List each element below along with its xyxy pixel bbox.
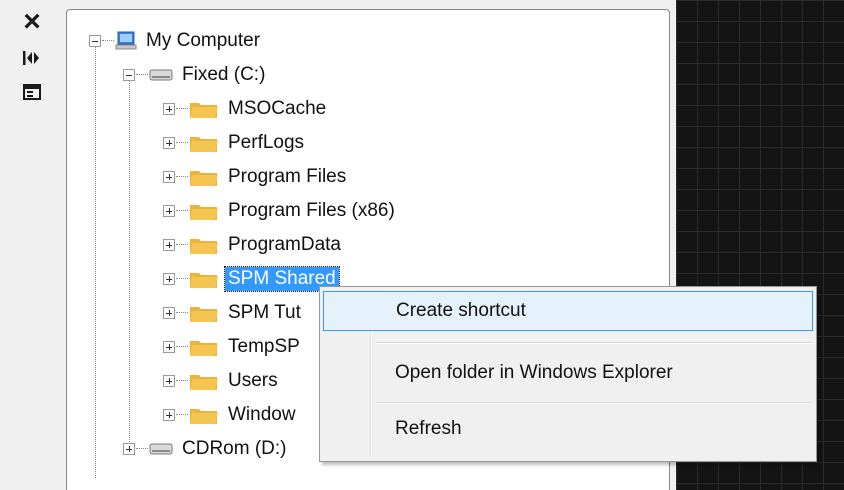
tree-connector [176, 210, 188, 212]
folder-icon [189, 201, 219, 221]
folder-icon [189, 405, 219, 425]
context-menu: Create shortcut Open folder in Windows E… [319, 286, 817, 462]
tree-connector [176, 414, 188, 416]
menu-separator [376, 402, 812, 404]
expand-icon[interactable] [123, 443, 135, 455]
tree-node-folder[interactable]: Window [163, 398, 299, 432]
tree-connector [136, 74, 148, 76]
tree-connector [129, 78, 130, 444]
tree-node-label: PerfLogs [228, 132, 305, 153]
folder-icon [189, 371, 219, 391]
tree-node-folder[interactable]: Program Files (x86) [163, 194, 398, 228]
tree-node-label: TempSP [228, 336, 300, 357]
tree-node-folder-selected[interactable]: SPM Shared [163, 262, 340, 296]
expand-icon[interactable] [163, 409, 175, 421]
menu-item-create-shortcut[interactable]: Create shortcut [323, 291, 813, 331]
tree-node-label: SPM Tut [228, 302, 301, 323]
computer-icon [115, 31, 137, 51]
collapse-icon[interactable] [89, 35, 101, 47]
tree-node-label: My Computer [146, 30, 261, 51]
close-icon[interactable]: × [14, 6, 50, 38]
menu-separator [376, 342, 812, 344]
drive-icon [149, 67, 173, 83]
tree-node-label: MSOCache [228, 98, 327, 119]
tree-connector [176, 380, 188, 382]
expand-icon[interactable] [163, 239, 175, 251]
tree-connector [176, 312, 188, 314]
tree-node-my-computer[interactable]: My Computer [89, 24, 263, 58]
folder-icon [189, 269, 219, 289]
tree-node-label: Window [228, 404, 296, 425]
expand-icon[interactable] [163, 103, 175, 115]
expand-icon[interactable] [163, 307, 175, 319]
expand-icon[interactable] [163, 137, 175, 149]
tree-connector [176, 244, 188, 246]
tree-connector [136, 448, 148, 450]
tree-connector [176, 346, 188, 348]
tree-node-fixed-drive-c[interactable]: Fixed (C:) [123, 58, 268, 92]
tree-node-folder[interactable]: SPM Tut [163, 296, 304, 330]
tree-connector [176, 108, 188, 110]
folder-icon [189, 167, 219, 187]
left-toolbar: × [0, 0, 62, 490]
tree-node-label: Program Files (x86) [228, 200, 395, 221]
folder-icon [189, 133, 219, 153]
expand-icon[interactable] [163, 171, 175, 183]
tree-connector [176, 176, 188, 178]
folder-icon [189, 337, 219, 357]
tree-node-cdrom-drive-d[interactable]: CDRom (D:) [123, 432, 290, 466]
expand-icon[interactable] [163, 205, 175, 217]
tree-node-folder[interactable]: MSOCache [163, 92, 329, 126]
tree-connector [176, 142, 188, 144]
tree-node-folder[interactable]: ProgramData [163, 228, 344, 262]
tree-node-folder[interactable]: Users [163, 364, 281, 398]
panel-layout-icon[interactable] [14, 76, 50, 108]
tree-node-label: Program Files [228, 166, 347, 187]
expand-icon[interactable] [163, 341, 175, 353]
tree-node-label: ProgramData [228, 234, 341, 255]
tree-node-label: CDRom (D:) [182, 438, 287, 459]
tree-connector [95, 44, 96, 478]
cdrom-drive-icon [149, 441, 173, 457]
menu-item-open-in-explorer[interactable]: Open folder in Windows Explorer [323, 353, 813, 393]
tree-connector [102, 40, 114, 42]
tree-node-folder[interactable]: Program Files [163, 160, 349, 194]
collapse-icon[interactable] [123, 69, 135, 81]
folder-icon [189, 235, 219, 255]
tree-node-label: Fixed (C:) [182, 64, 266, 85]
tree-connector [176, 278, 188, 280]
tree-node-label: Users [228, 370, 278, 391]
folder-icon [189, 99, 219, 119]
menu-item-refresh[interactable]: Refresh [323, 409, 813, 449]
folder-icon [189, 303, 219, 323]
tree-node-folder[interactable]: TempSP [163, 330, 303, 364]
expand-collapse-icon[interactable] [14, 42, 50, 74]
expand-icon[interactable] [163, 375, 175, 387]
tree-node-folder[interactable]: PerfLogs [163, 126, 307, 160]
expand-icon[interactable] [163, 273, 175, 285]
